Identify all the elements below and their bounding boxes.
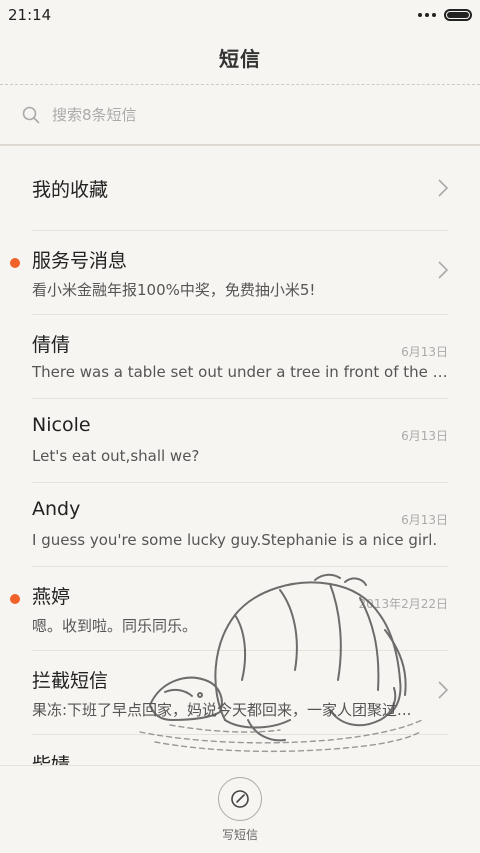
conversation-preview: 果冻:下班了早点回家，妈说今天都回来，一家人团聚过... [32,701,412,719]
search-input[interactable] [50,105,430,125]
signal-dots-icon [418,13,436,17]
list-item-conversation[interactable]: 倩倩 6月13日 There was a table set out under… [32,315,448,399]
page-title: 短信 [219,46,261,71]
search-bar[interactable] [0,86,480,146]
conversation-preview: There was a table set out under a tree i… [32,363,448,381]
unread-dot [10,594,20,604]
list-item-conversation[interactable]: Nicole 6月13日 Let's eat out,shall we? [32,399,448,483]
chevron-right-icon [438,179,448,197]
battery-icon [444,9,472,21]
conversation-name: 服务号消息 [32,250,128,272]
conversation-name: 我的收藏 [32,179,109,201]
chevron-right-icon [438,261,448,279]
chevron-right-icon [438,681,448,699]
conversation-name: 倩倩 [32,334,71,356]
conversation-name: Andy [32,498,81,520]
list-item-blocked-messages[interactable]: 拦截短信 果冻:下班了早点回家，妈说今天都回来，一家人团聚过... [32,651,448,735]
list-item-favorites[interactable]: 我的收藏 [32,147,448,231]
list-item-conversation[interactable]: 柴婧 [32,735,448,767]
status-icons [418,9,472,21]
status-bar: 21:14 [0,0,480,30]
conversation-date: 6月13日 [401,513,448,527]
compose-button[interactable] [218,776,262,821]
title-bar: 短信 [0,30,480,85]
conversation-name: Nicole [32,414,91,436]
conversation-date: 6月13日 [401,429,448,443]
conversation-name: 拦截短信 [32,670,109,692]
conversation-date: 2013年2月22日 [358,597,448,611]
conversation-preview: I guess you're some lucky guy.Stephanie … [32,531,438,549]
conversation-preview: 嗯。收到啦。同乐同乐。 [32,617,198,635]
conversation-name: 燕婷 [32,586,71,608]
list-item-conversation[interactable]: 燕婷 2013年2月22日 嗯。收到啦。同乐同乐。 [10,567,448,651]
compose-label: 写短信 [221,827,258,842]
status-time: 21:14 [8,6,52,24]
search-icon [22,106,40,124]
compose-icon [231,789,249,808]
conversation-date: 6月13日 [401,345,448,359]
conversation-preview: Let's eat out,shall we? [32,447,200,465]
bottom-bar: 写短信 [0,765,480,853]
conversation-preview: 看小米金融年报100%中奖，免费抽小米5! [32,281,316,299]
conversation-list: 我的收藏 服务号消息 看小米金融年报100%中奖，免费抽小米5! 倩倩 6月13… [0,147,480,767]
list-item-conversation[interactable]: Andy 6月13日 I guess you're some lucky guy… [32,483,448,567]
list-item-service-messages[interactable]: 服务号消息 看小米金融年报100%中奖，免费抽小米5! [10,231,448,315]
unread-dot [10,258,20,268]
